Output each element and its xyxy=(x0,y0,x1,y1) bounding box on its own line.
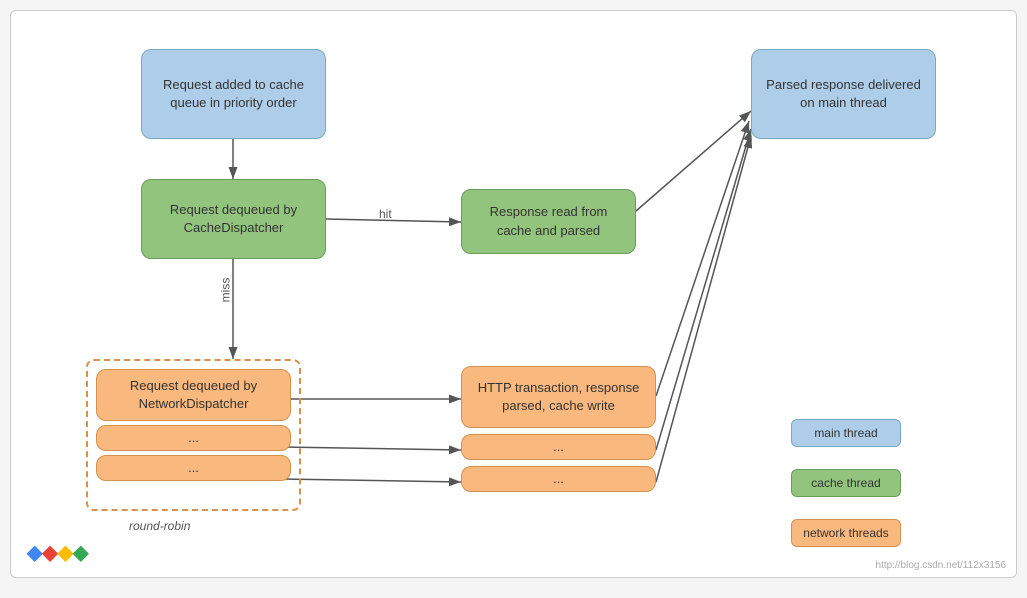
cache-response-box: Response read from cache and parsed xyxy=(461,189,636,254)
ht-ellipsis1-box: ... xyxy=(461,434,656,460)
round-robin-container: Request dequeued by NetworkDispatcher ..… xyxy=(86,359,301,511)
network-dispatcher-ellipsis2: ... xyxy=(96,455,291,481)
legend-main-thread: main thread xyxy=(791,419,901,447)
network-dispatcher-ellipsis1: ... xyxy=(96,425,291,451)
round-robin-label: round-robin xyxy=(129,519,190,533)
cache-dispatcher-box: Request dequeued by CacheDispatcher xyxy=(141,179,326,259)
legend-main-thread-box: main thread xyxy=(791,419,901,447)
legend-network-threads: network threads xyxy=(791,519,901,547)
ht-ellipsis2-box: ... xyxy=(461,466,656,492)
legend-cache-thread: cache thread xyxy=(791,469,901,497)
hit-label: hit xyxy=(379,207,392,221)
miss-label: miss xyxy=(218,278,232,303)
diagram-container: Request added to cache queue in priority… xyxy=(10,10,1017,578)
watermark: http://blog.csdn.net/112x3156 xyxy=(876,560,1006,571)
parsed-response-box: Parsed response delivered on main thread xyxy=(751,49,936,139)
cache-queue-box: Request added to cache queue in priority… xyxy=(141,49,326,139)
google-logo: ◆◆◆◆ xyxy=(27,540,89,565)
legend-network-threads-box: network threads xyxy=(791,519,901,547)
network-dispatcher-box: Request dequeued by NetworkDispatcher xyxy=(96,369,291,421)
legend-cache-thread-box: cache thread xyxy=(791,469,901,497)
http-transaction-box: HTTP transaction, response parsed, cache… xyxy=(461,366,656,428)
